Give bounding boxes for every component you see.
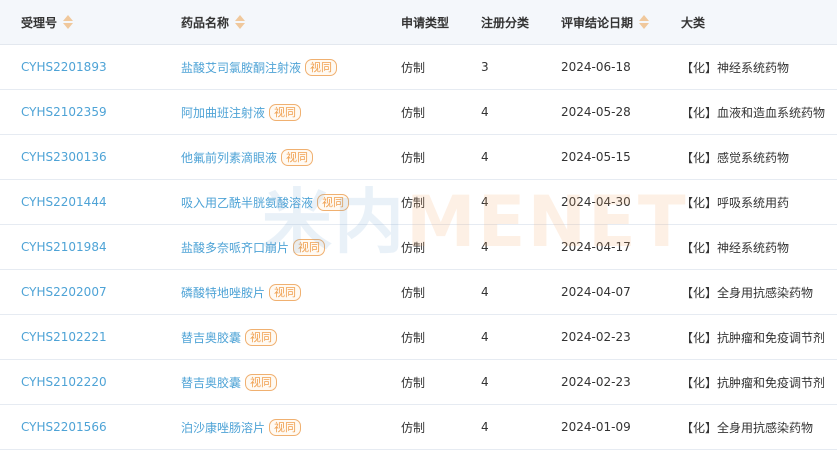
apply-type: 仿制 — [401, 60, 426, 75]
reg-class: 4 — [481, 285, 489, 299]
header-apply-type: 申请类型 — [401, 0, 449, 44]
drug-name-link[interactable]: 替吉奥胶囊 — [181, 329, 241, 346]
review-date: 2024-04-30 — [561, 195, 631, 209]
equivalent-badge[interactable]: 视同 — [269, 418, 302, 436]
accept-no-link[interactable]: CYHS2201893 — [21, 60, 107, 74]
apply-type: 仿制 — [401, 375, 426, 390]
drug-name-link[interactable]: 吸入用乙酰半胱氨酸溶液 — [181, 194, 313, 211]
review-date: 2024-01-09 — [561, 420, 631, 434]
drug-name-link[interactable]: 磷酸特地唑胺片 — [181, 284, 265, 301]
header-label: 注册分类 — [481, 15, 530, 30]
category: 【化】感觉系统药物 — [681, 150, 790, 165]
header-label: 药品名称 — [181, 15, 230, 30]
reg-class: 4 — [481, 420, 489, 434]
accept-no-link[interactable]: CYHS2300136 — [21, 150, 107, 164]
table-row: CYHS2201444 吸入用乙酰半胱氨酸溶液 视同 仿制 4 2024-04-3… — [0, 180, 837, 225]
reg-class: 4 — [481, 330, 489, 344]
table-row: CYHS2102220 替吉奥胶囊 视同 仿制 4 2024-02-23 【化】抗… — [0, 360, 837, 405]
accept-no-link[interactable]: CYHS2102221 — [21, 330, 107, 344]
header-label: 申请类型 — [401, 15, 450, 30]
header-accept-no: 受理号 — [21, 0, 74, 44]
category: 【化】神经系统药物 — [681, 60, 790, 75]
reg-class: 4 — [481, 375, 489, 389]
review-date: 2024-02-23 — [561, 375, 631, 389]
drug-name-link[interactable]: 盐酸多奈哌齐口崩片 — [181, 239, 289, 256]
category: 【化】全身用抗感染药物 — [681, 420, 814, 435]
apply-type: 仿制 — [401, 195, 426, 210]
equivalent-badge[interactable]: 视同 — [281, 148, 314, 166]
reg-class: 4 — [481, 150, 489, 164]
category: 【化】血液和造血系统药物 — [681, 105, 826, 120]
equivalent-badge[interactable]: 视同 — [293, 238, 326, 256]
table-header: 受理号 药品名称 申请类型 注册分类 评审结论日期 大类 — [0, 0, 837, 45]
table-row: CYHS2202007 磷酸特地唑胺片 视同 仿制 4 2024-04-07 【化… — [0, 270, 837, 315]
apply-type: 仿制 — [401, 105, 426, 120]
equivalent-badge[interactable]: 视同 — [269, 283, 302, 301]
accept-no-link[interactable]: CYHS2202007 — [21, 285, 107, 299]
review-date: 2024-04-17 — [561, 240, 631, 254]
table-row: CYHS2201893 盐酸艾司氯胺酮注射液 视同 仿制 3 2024-06-18… — [0, 45, 837, 90]
category: 【化】全身用抗感染药物 — [681, 285, 814, 300]
review-date: 2024-05-28 — [561, 105, 631, 119]
drug-name-link[interactable]: 盐酸艾司氯胺酮注射液 — [181, 59, 301, 76]
category: 【化】神经系统药物 — [681, 240, 790, 255]
apply-type: 仿制 — [401, 330, 426, 345]
table-row: CYHS2101984 盐酸多奈哌齐口崩片 视同 仿制 4 2024-04-17 … — [0, 225, 837, 270]
review-date: 2024-02-23 — [561, 330, 631, 344]
header-drug-name: 药品名称 — [181, 0, 246, 44]
table-row: CYHS2300136 他氟前列素滴眼液 视同 仿制 4 2024-05-15 【… — [0, 135, 837, 180]
drug-review-table: 受理号 药品名称 申请类型 注册分类 评审结论日期 大类 CYHS2201893… — [0, 0, 837, 450]
sort-icon[interactable] — [639, 14, 650, 30]
header-label: 受理号 — [21, 15, 58, 30]
header-label: 大类 — [681, 15, 706, 30]
category: 【化】抗肿瘤和免疫调节剂 — [681, 375, 826, 390]
category: 【化】呼吸系统用药 — [681, 195, 790, 210]
equivalent-badge[interactable]: 视同 — [269, 103, 302, 121]
drug-name-link[interactable]: 泊沙康唑肠溶片 — [181, 419, 265, 436]
header-label: 评审结论日期 — [561, 15, 634, 30]
apply-type: 仿制 — [401, 150, 426, 165]
drug-name-link[interactable]: 替吉奥胶囊 — [181, 374, 241, 391]
reg-class: 4 — [481, 105, 489, 119]
reg-class: 4 — [481, 240, 489, 254]
accept-no-link[interactable]: CYHS2201566 — [21, 420, 107, 434]
drug-name-link[interactable]: 他氟前列素滴眼液 — [181, 149, 277, 166]
equivalent-badge[interactable]: 视同 — [245, 328, 278, 346]
accept-no-link[interactable]: CYHS2102220 — [21, 375, 107, 389]
header-category: 大类 — [681, 0, 705, 44]
category: 【化】抗肿瘤和免疫调节剂 — [681, 330, 826, 345]
accept-no-link[interactable]: CYHS2101984 — [21, 240, 107, 254]
reg-class: 4 — [481, 195, 489, 209]
accept-no-link[interactable]: CYHS2102359 — [21, 105, 107, 119]
review-date: 2024-04-07 — [561, 285, 631, 299]
equivalent-badge[interactable]: 视同 — [245, 373, 278, 391]
apply-type: 仿制 — [401, 285, 426, 300]
accept-no-link[interactable]: CYHS2201444 — [21, 195, 107, 209]
table-row: CYHS2102359 阿加曲班注射液 视同 仿制 4 2024-05-28 【化… — [0, 90, 837, 135]
sort-icon[interactable] — [235, 14, 246, 30]
apply-type: 仿制 — [401, 420, 426, 435]
equivalent-badge[interactable]: 视同 — [305, 58, 338, 76]
table-row: CYHS2102221 替吉奥胶囊 视同 仿制 4 2024-02-23 【化】抗… — [0, 315, 837, 360]
equivalent-badge[interactable]: 视同 — [317, 193, 350, 211]
review-date: 2024-06-18 — [561, 60, 631, 74]
sort-icon[interactable] — [63, 14, 74, 30]
review-date: 2024-05-15 — [561, 150, 631, 164]
reg-class: 3 — [481, 60, 489, 74]
header-reg-class: 注册分类 — [481, 0, 529, 44]
drug-name-link[interactable]: 阿加曲班注射液 — [181, 104, 265, 121]
apply-type: 仿制 — [401, 240, 426, 255]
header-review-date: 评审结论日期 — [561, 0, 650, 44]
table-row: CYHS2201566 泊沙康唑肠溶片 视同 仿制 4 2024-01-09 【化… — [0, 405, 837, 450]
